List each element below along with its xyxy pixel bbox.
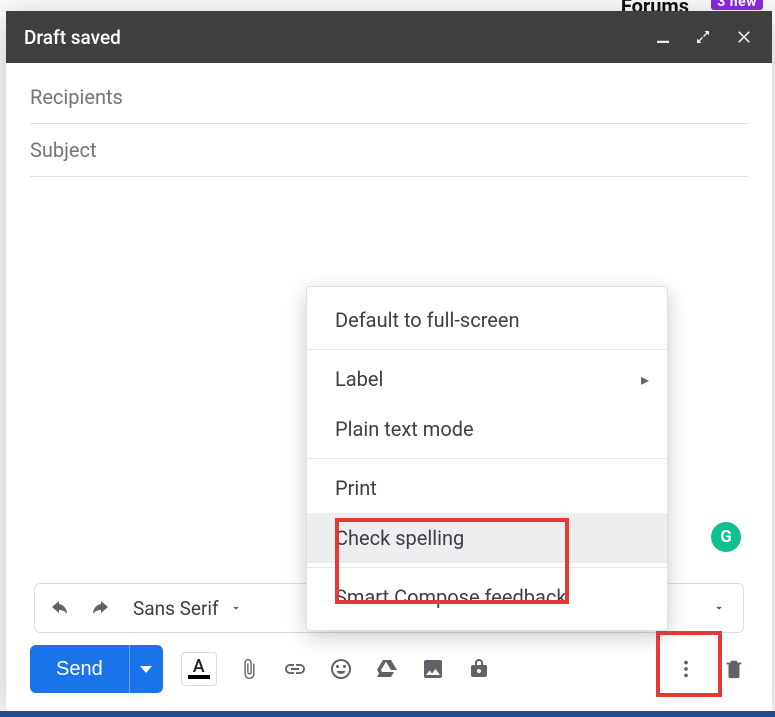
more-formatting-button[interactable] bbox=[703, 592, 735, 624]
subject-field[interactable]: Subject bbox=[30, 124, 748, 177]
redo-button[interactable] bbox=[85, 592, 117, 624]
compose-fields: Recipients Subject bbox=[6, 63, 772, 177]
minimize-icon[interactable] bbox=[654, 28, 672, 46]
undo-button[interactable] bbox=[43, 592, 75, 624]
subject-placeholder: Subject bbox=[30, 138, 97, 162]
send-options-button[interactable] bbox=[129, 645, 163, 693]
compose-titlebar: Draft saved bbox=[6, 11, 772, 63]
menu-separator bbox=[307, 567, 667, 568]
text-color-button[interactable]: A bbox=[181, 652, 217, 686]
font-family-select[interactable]: Sans Serif bbox=[127, 597, 243, 620]
chevron-right-icon: ▸ bbox=[641, 370, 649, 389]
forums-new-badge: 3 new bbox=[711, 0, 763, 10]
menu-item-label[interactable]: Label ▸ bbox=[307, 354, 667, 404]
window-controls bbox=[654, 27, 754, 47]
menu-item-default-fullscreen[interactable]: Default to full-screen bbox=[307, 295, 667, 345]
text-color-a-glyph: A bbox=[193, 659, 205, 675]
discard-draft-button[interactable] bbox=[720, 655, 748, 683]
recipients-placeholder: Recipients bbox=[30, 85, 123, 109]
menu-item-plain-text[interactable]: Plain text mode bbox=[307, 404, 667, 454]
insert-drive-button[interactable] bbox=[373, 655, 401, 683]
menu-item-print[interactable]: Print bbox=[307, 463, 667, 513]
background-bottom-strip bbox=[0, 711, 775, 717]
send-button-group: Send bbox=[30, 645, 163, 693]
more-options-button[interactable] bbox=[670, 655, 702, 683]
close-icon[interactable] bbox=[734, 27, 754, 47]
menu-separator bbox=[307, 458, 667, 459]
app-frame: Forums 3 new Draft saved Recipients Subj… bbox=[0, 0, 775, 717]
chevron-down-icon bbox=[140, 666, 152, 673]
menu-separator bbox=[307, 349, 667, 350]
menu-item-check-spelling[interactable]: Check spelling bbox=[307, 513, 667, 563]
confidential-mode-button[interactable] bbox=[465, 655, 493, 683]
insert-link-button[interactable] bbox=[281, 655, 309, 683]
text-color-underline bbox=[188, 675, 210, 679]
more-options-menu: Default to full-screen Label ▸ Plain tex… bbox=[306, 286, 668, 631]
insert-emoji-button[interactable] bbox=[327, 655, 355, 683]
insert-photo-button[interactable] bbox=[419, 655, 447, 683]
attach-file-button[interactable] bbox=[235, 655, 263, 683]
compose-bottom-toolbar: Send A bbox=[6, 645, 772, 711]
recipients-field[interactable]: Recipients bbox=[30, 71, 748, 124]
menu-item-smart-compose-feedback[interactable]: Smart Compose feedback bbox=[307, 572, 667, 622]
font-family-label: Sans Serif bbox=[133, 597, 219, 620]
chevron-down-icon bbox=[229, 597, 243, 620]
compose-title: Draft saved bbox=[24, 26, 121, 49]
fullscreen-icon[interactable] bbox=[694, 28, 712, 46]
send-button[interactable]: Send bbox=[30, 645, 129, 693]
grammarly-badge[interactable]: G bbox=[711, 522, 741, 552]
